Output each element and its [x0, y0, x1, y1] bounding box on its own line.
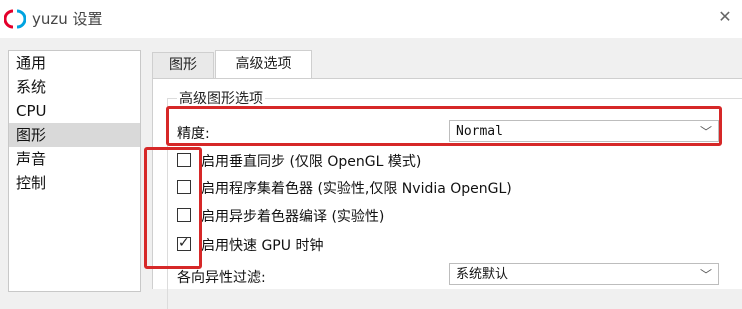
sidebar-item-label: CPU	[16, 102, 47, 120]
annotation-box-accuracy	[166, 106, 722, 146]
sidebar-item-controls[interactable]: 控制	[9, 171, 140, 195]
anisotropic-select[interactable]: 系统默认 ﹀	[449, 263, 719, 285]
sidebar-item-graphics[interactable]: 图形	[9, 123, 140, 147]
window-title: yuzu 设置	[32, 10, 103, 28]
fast-gpu-clock-label: 启用快速 GPU 时钟	[201, 238, 324, 254]
sidebar-item-general[interactable]: 通用	[9, 51, 140, 75]
chevron-down-icon: ﹀	[699, 268, 712, 282]
assembly-shaders-label: 启用程序集着色器 (实验性,仅限 Nvidia OpenGL)	[201, 181, 512, 197]
sidebar-item-label: 通用	[16, 54, 47, 72]
settings-category-list: 通用 系统 CPU 图形 声音 控制	[8, 50, 141, 292]
anisotropic-select-value: 系统默认	[456, 267, 509, 282]
sidebar-item-label: 控制	[16, 174, 47, 192]
sidebar-item-system[interactable]: 系统	[9, 75, 140, 99]
annotation-box-checkboxes	[144, 147, 202, 269]
anisotropic-label: 各向异性过滤:	[177, 270, 266, 286]
sidebar-item-audio[interactable]: 声音	[9, 147, 140, 171]
close-icon[interactable]: ✕	[714, 6, 736, 28]
sidebar-item-cpu[interactable]: CPU	[9, 99, 140, 123]
async-shaders-label: 启用异步着色器编译 (实验性)	[201, 209, 385, 225]
vsync-label: 启用垂直同步 (仅限 OpenGL 模式)	[201, 154, 422, 170]
sidebar-item-label: 声音	[16, 150, 47, 168]
tab-advanced[interactable]: 高级选项	[215, 50, 312, 78]
yuzu-logo-icon	[4, 9, 26, 29]
tab-graphics[interactable]: 图形	[152, 52, 214, 78]
sidebar-item-label: 图形	[16, 126, 47, 144]
sidebar-item-label: 系统	[16, 78, 47, 96]
title-bar: yuzu 设置 ✕	[0, 0, 742, 38]
group-title: 高级图形选项	[177, 88, 265, 108]
